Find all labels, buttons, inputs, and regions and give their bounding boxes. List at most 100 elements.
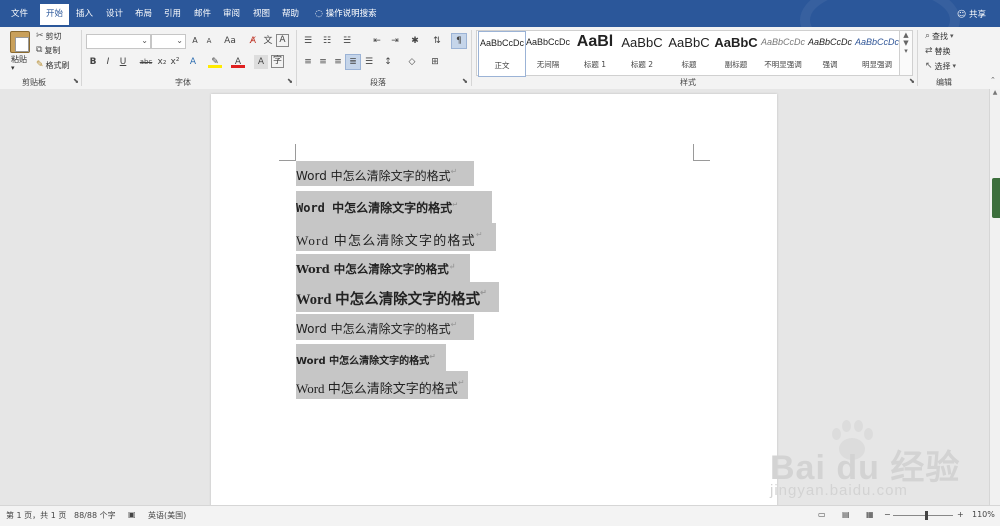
tab-design[interactable]: 设计 [106, 7, 123, 19]
dialog-launcher-icon[interactable]: ⬊ [73, 78, 79, 85]
sort-icon[interactable]: ⇅ [430, 34, 444, 48]
show-marks-button[interactable]: ¶ [451, 33, 467, 49]
superscript-button[interactable]: x² [168, 55, 182, 69]
char-border-icon[interactable]: A [276, 34, 289, 47]
phonetic-guide-icon[interactable]: 文 [261, 34, 275, 48]
bold-button[interactable]: B [86, 55, 100, 69]
text-line[interactable]: Word 中怎么清除文字的格式 ↵ [296, 282, 499, 312]
align-left-icon[interactable]: ≡ [301, 55, 315, 69]
subscript-button[interactable]: x₂ [155, 55, 169, 69]
tab-mailings[interactable]: 邮件 [194, 7, 211, 19]
font-name-combo[interactable]: ⌄ [86, 34, 151, 49]
group-divider [296, 30, 297, 86]
line-spacing-icon[interactable]: ↕ [381, 55, 395, 69]
dialog-launcher-icon[interactable]: ⬊ [909, 78, 915, 85]
copy-button[interactable]: ⧉ 复制 [36, 45, 60, 56]
tab-references[interactable]: 引用 [164, 7, 181, 19]
style-subtle-emphasis[interactable]: AaBbCcDc 不明显强调 [760, 31, 806, 75]
dialog-launcher-icon[interactable]: ⬊ [462, 78, 468, 85]
style-no-spacing[interactable]: AaBbCcDc 无间隔 [525, 31, 571, 75]
bullets-icon[interactable]: ☰ [301, 34, 315, 48]
multilevel-list-icon[interactable]: ☱ [340, 34, 354, 48]
style-heading2[interactable]: AaBbC 标题 2 [619, 31, 665, 75]
tab-file[interactable]: 文件 [11, 7, 28, 19]
font-color-button[interactable]: A [231, 55, 245, 68]
change-case-button[interactable]: Aa [221, 34, 239, 48]
chinese-layout-icon[interactable]: ✱ [408, 34, 422, 48]
proofing-icon[interactable]: ▣ [128, 510, 136, 519]
tab-view[interactable]: 视图 [253, 7, 270, 19]
justify-button[interactable]: ≣ [345, 54, 361, 70]
document-page[interactable]: Word 中怎么清除文字的格式 ↵ Word 中怎么清除文字的格式 ↵ Word 中… [211, 94, 777, 514]
tab-insert[interactable]: 插入 [76, 7, 93, 19]
align-right-icon[interactable]: ≡ [331, 55, 345, 69]
collapse-ribbon-icon[interactable]: ⌃ [990, 77, 996, 84]
text-line[interactable]: Word 中怎么清除文字的格式 ↵ [296, 371, 468, 399]
text-line[interactable]: Word 中怎么清除文字的格式 ↵ [296, 191, 492, 223]
decrease-indent-icon[interactable]: ⇤ [370, 34, 384, 48]
find-button[interactable]: ⌕ 查找 ▾ [925, 31, 954, 42]
style-subtitle[interactable]: AaBbC 副标题 [713, 31, 759, 75]
tab-help[interactable]: 帮助 [282, 7, 299, 19]
style-intense-emphasis[interactable]: AaBbCcDc 明显强调 [854, 31, 900, 75]
styles-scroll[interactable]: ▲ ▼ ▾ [899, 30, 913, 76]
vertical-scrollbar[interactable]: ▲ [989, 89, 1000, 505]
shrink-font-button[interactable]: A [202, 34, 216, 48]
print-layout-icon[interactable]: ▤ [842, 510, 850, 519]
tab-home[interactable]: 开始 [40, 4, 70, 25]
chevron-down-icon[interactable]: ▼ [900, 39, 912, 47]
numbering-icon[interactable]: ☷ [320, 34, 334, 48]
replace-button[interactable]: ⇄ 替换 [925, 46, 951, 57]
highlight-button[interactable]: ✎ [208, 55, 222, 68]
underline-button[interactable]: U [116, 55, 130, 69]
margin-corner-mark [279, 144, 296, 161]
text-line[interactable]: Word 中怎么清除文字的格式 ↵ [296, 223, 496, 251]
language-status[interactable]: 英语(美国) [148, 510, 186, 521]
zoom-slider-thumb[interactable] [925, 511, 928, 520]
text-line[interactable]: Word 中怎么清除文字的格式 ↵ [296, 254, 470, 282]
text-line[interactable]: Word 中怎么清除文字的格式 ↵ [296, 161, 474, 186]
scroll-up-icon[interactable]: ▲ [990, 89, 1000, 96]
page-count[interactable]: 第 1 页，共 1 页 [6, 510, 66, 521]
web-layout-icon[interactable]: ▦ [866, 510, 874, 519]
zoom-out-icon[interactable]: − [884, 510, 891, 519]
clear-formatting-icon[interactable]: A̸ [246, 34, 260, 48]
tab-review[interactable]: 审阅 [223, 7, 240, 19]
char-shading-button[interactable]: A [254, 55, 268, 69]
read-mode-icon[interactable]: ▭ [818, 510, 826, 519]
paste-icon[interactable] [10, 31, 30, 53]
more-styles-icon[interactable]: ▾ [900, 47, 912, 55]
format-painter-button[interactable]: ✎ 格式刷 [36, 60, 70, 71]
select-button[interactable]: ↖ 选择 ▾ [925, 61, 956, 72]
chevron-up-icon[interactable]: ▲ [900, 31, 912, 39]
tell-me-box[interactable]: ◌ 操作说明搜索 [315, 7, 377, 19]
increase-indent-icon[interactable]: ⇥ [388, 34, 402, 48]
style-heading1[interactable]: AaBl 标题 1 [572, 31, 618, 75]
zoom-slider[interactable] [893, 515, 953, 516]
style-emphasis[interactable]: AaBbCcDc 强调 [807, 31, 853, 75]
side-panel-tab[interactable] [992, 178, 1000, 218]
italic-button[interactable]: I [101, 55, 115, 69]
cut-button[interactable]: ✂ 剪切 [36, 31, 62, 42]
zoom-level[interactable]: 110% [972, 510, 995, 519]
shading-icon[interactable]: ◇ [405, 55, 419, 69]
text-line[interactable]: Word 中怎么清除文字的格式 ↵ [296, 344, 446, 371]
distributed-icon[interactable]: ☰ [362, 55, 376, 69]
grow-font-button[interactable]: A [188, 34, 202, 48]
strikethrough-button[interactable]: abc [137, 55, 155, 69]
style-title[interactable]: AaBbC 标题 [666, 31, 712, 75]
dialog-launcher-icon[interactable]: ⬊ [287, 78, 293, 85]
text-line[interactable]: Word 中怎么清除文字的格式 ↵ [296, 314, 474, 340]
style-normal[interactable]: AaBbCcDc 正文 [478, 31, 526, 77]
zoom-in-icon[interactable]: + [957, 510, 964, 519]
chevron-down-icon: ▾ [952, 62, 957, 70]
tab-layout[interactable]: 布局 [135, 7, 152, 19]
word-count[interactable]: 88/88 个字 [74, 510, 116, 521]
align-center-icon[interactable]: ≡ [316, 55, 330, 69]
text-effects-icon[interactable]: A [186, 55, 200, 69]
paste-dropdown-icon[interactable]: ▾ [11, 64, 15, 72]
share-button[interactable]: ☺ 共享 [957, 8, 986, 20]
enclose-char-icon[interactable]: 字 [271, 55, 284, 68]
borders-icon[interactable]: ⊞ [428, 55, 442, 69]
font-size-combo[interactable]: ⌄ [151, 34, 186, 49]
